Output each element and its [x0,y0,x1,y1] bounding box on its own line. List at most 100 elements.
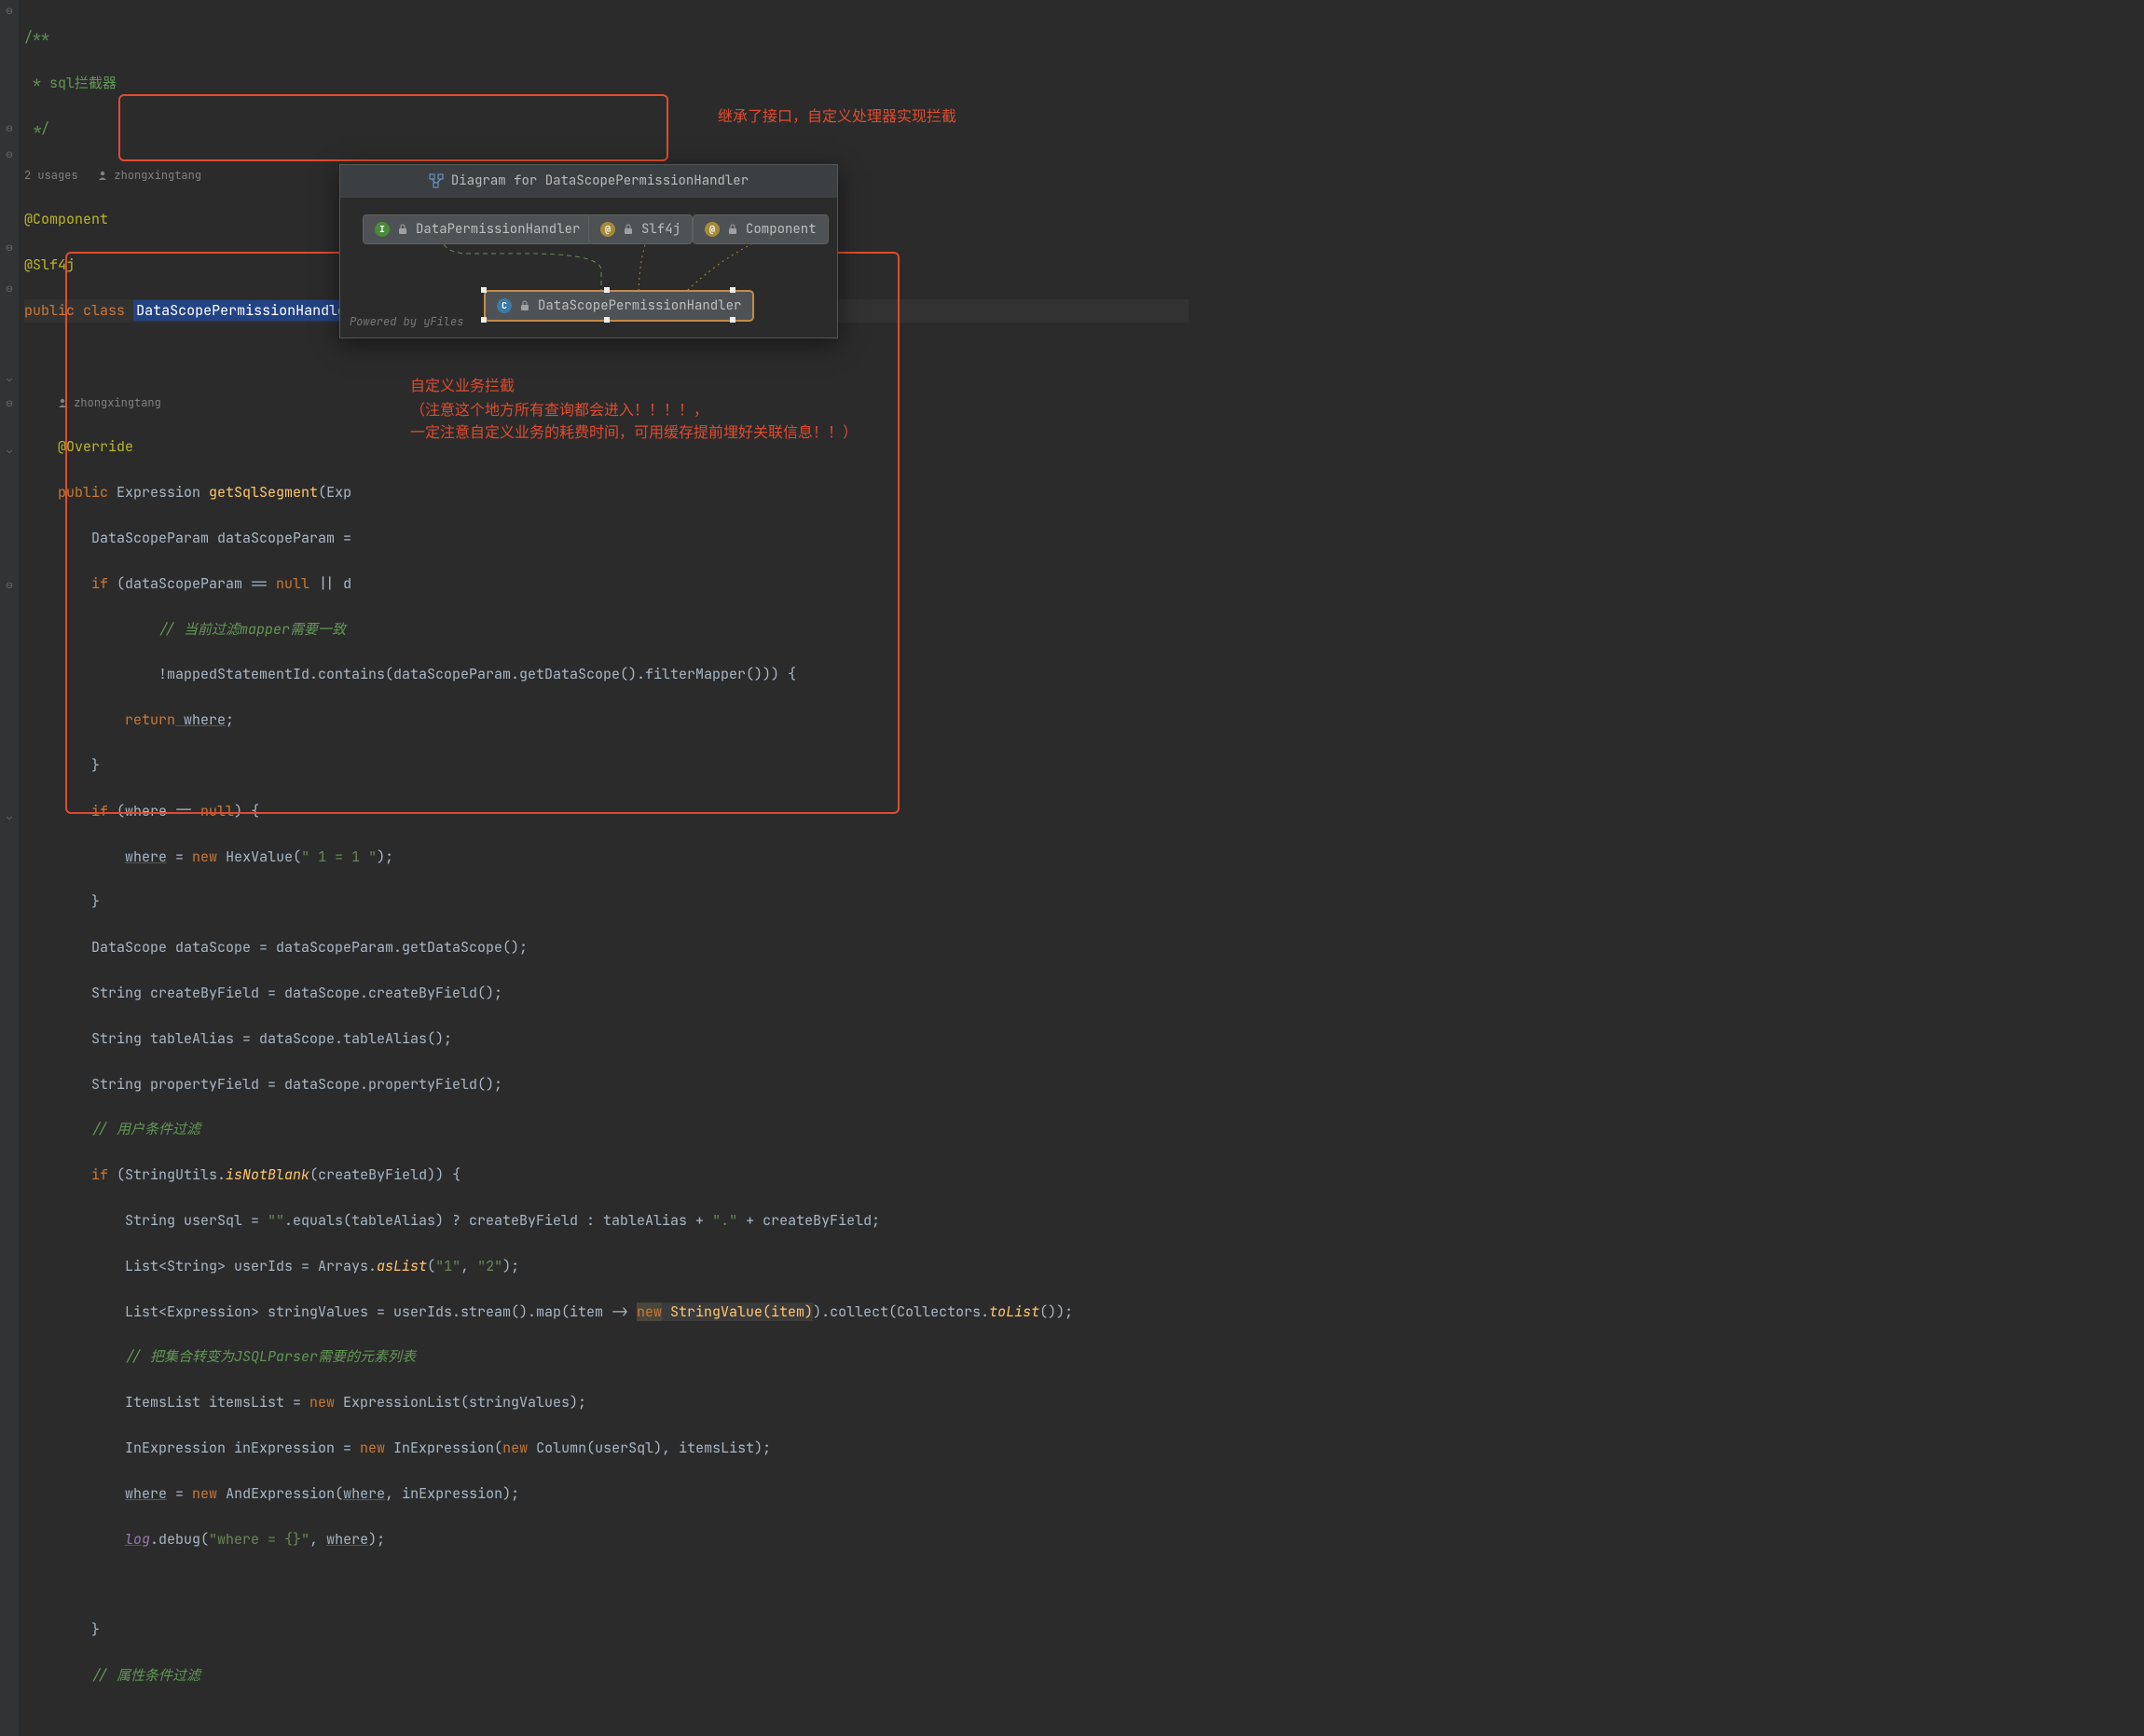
resize-handle[interactable] [730,317,735,323]
string: " 1 = 1 " [301,847,377,866]
code-line: String propertyField = dataScope.propert… [91,1075,502,1094]
annotation-label-mid2: （注意这个地方所有查询都会进入！！！！， [410,399,708,423]
code-text: AndExpression( [217,1484,343,1503]
resize-handle[interactable] [604,317,610,323]
code-text: (where == [108,802,200,820]
kw-null: null [200,802,234,820]
code-text: Column(userSql), itemsList); [528,1439,771,1457]
code-text: , inExpression); [385,1484,519,1503]
code-text: (createByField)) { [309,1165,460,1184]
code-text: , [309,1530,326,1549]
code-line: String tableAlias = dataScope.tableAlias… [91,1029,452,1048]
kw-new: new [502,1439,528,1457]
code-text: ); [368,1530,385,1549]
code-text: ( [427,1257,435,1275]
diagram-node-slf4j[interactable]: @ Slf4j [588,214,693,245]
code-line: DataScopeParam dataScopeParam = [91,529,360,547]
lock-icon [519,300,530,311]
lock-icon [397,224,408,235]
var-where: where [175,710,226,729]
code-text: ()); [1039,1302,1073,1321]
kw-if: if [91,802,108,820]
ctor-call-hl: StringValue(item) [662,1302,813,1321]
comment: // 用户条件过滤 [91,1120,200,1138]
code-text: ItemsList itemsList = [125,1393,309,1412]
gutter: ⊖ ⊖ ⊖ ⊖ ⊖ ⌄ ⊖ ⌄ ⊖ ⌄ [0,0,19,1736]
code-text: dataScope = dataScopeParam.getDataScope(… [167,938,528,957]
kw-new: new [192,847,217,866]
kw-if: if [91,1165,108,1184]
code-text: .equals(tableAlias) ? createByField : ta… [284,1211,712,1230]
resize-handle[interactable] [730,287,735,293]
diagram-popup[interactable]: Diagram for DataScopePermissionHandler I… [339,164,838,338]
return-type: Expression [117,483,209,502]
annotation-label-mid1: 自定义业务拦截 [410,375,515,399]
author-hint[interactable]: zhongxingtang [58,395,161,410]
field-log: log [125,1530,150,1549]
string: "where = {}" [209,1530,309,1549]
semi: ; [226,710,234,729]
annotation-icon: @ [705,222,720,237]
code-text: ); [377,847,393,866]
annotation-slf4j: @Slf4j [24,255,75,274]
comment: // 属性条件过滤 [91,1666,200,1685]
class-name-selected[interactable]: DataScopePermissionHandler [133,300,357,321]
var-where: where [125,1484,167,1503]
annotation-override: @Override [58,437,133,456]
lock-icon [727,224,738,235]
code-text: .debug( [150,1530,209,1549]
static-method: asList [377,1257,427,1275]
annotation-label-mid3: 一定注意自定义业务的耗费时间，可用缓存提前埋好关联信息！！） [410,421,858,446]
resize-handle[interactable] [481,287,487,293]
diagram-node-selected-class[interactable]: C DataScopePermissionHandler [485,291,753,322]
resize-handle[interactable] [481,317,487,323]
static-method: toList [989,1302,1039,1321]
string: "" [268,1211,284,1230]
code-text: + createByField; [737,1211,880,1230]
doc-body: * sql拦截器 [24,74,117,92]
string: "2" [477,1257,502,1275]
diagram-icon [429,173,444,188]
kw-new: new [360,1439,385,1457]
diagram-node-interface[interactable]: I DataPermissionHandler [363,214,592,245]
powered-by-label: Powered by yFiles [350,313,463,331]
code-text: InExpression( [385,1439,502,1457]
kw-new: new [309,1393,335,1412]
code-text: String userSql = [125,1211,268,1230]
code-text: HexValue( [217,847,301,866]
code-text: (dataScopeParam == [108,574,276,593]
resize-handle[interactable] [604,287,610,293]
code-text: || d [309,574,351,593]
comment: // 把集合转变为JSQLParser需要的元素列表 [125,1347,416,1366]
code-text: ExpressionList(stringValues); [335,1393,586,1412]
eq: = [167,1484,192,1503]
string: "." [712,1211,737,1230]
lock-icon [623,224,634,235]
interface-icon: I [375,222,390,237]
diagram-title: Diagram for DataScopePermissionHandler [340,165,837,198]
annotation-icon: @ [600,222,615,237]
eq: = [167,847,192,866]
code-text: List<Expression> stringValues = userIds.… [125,1302,637,1321]
type: DataScope [91,938,167,957]
code-text: InExpression inExpression = [125,1439,360,1457]
code-text: ).collect(Collectors. [813,1302,989,1321]
kw-new: new [192,1484,217,1503]
code-text: (StringUtils. [108,1165,226,1184]
static-method: isNotBlank [226,1165,309,1184]
annotation-component: @Component [24,210,108,228]
diagram-node-component[interactable]: @ Component [693,214,829,245]
method-name[interactable]: getSqlSegment [209,483,318,502]
var-where: where [343,1484,385,1503]
doc-open: /** [24,28,49,47]
kw-public: public [24,301,75,320]
kw-return: return [125,710,175,729]
string: "1" [435,1257,460,1275]
kw-if: if [91,574,108,593]
code-text: List<String> userIds = Arrays. [125,1257,377,1275]
method-arg-stub: (Exp [318,483,351,502]
code-text: ) { [234,802,259,820]
code-line: !mappedStatementId.contains(dataScopePar… [158,665,796,683]
diagram-canvas[interactable]: I DataPermissionHandler @ Slf4j @ Compon… [340,198,837,338]
usages-hint[interactable]: 2 usages zhongxingtang [24,168,201,183]
